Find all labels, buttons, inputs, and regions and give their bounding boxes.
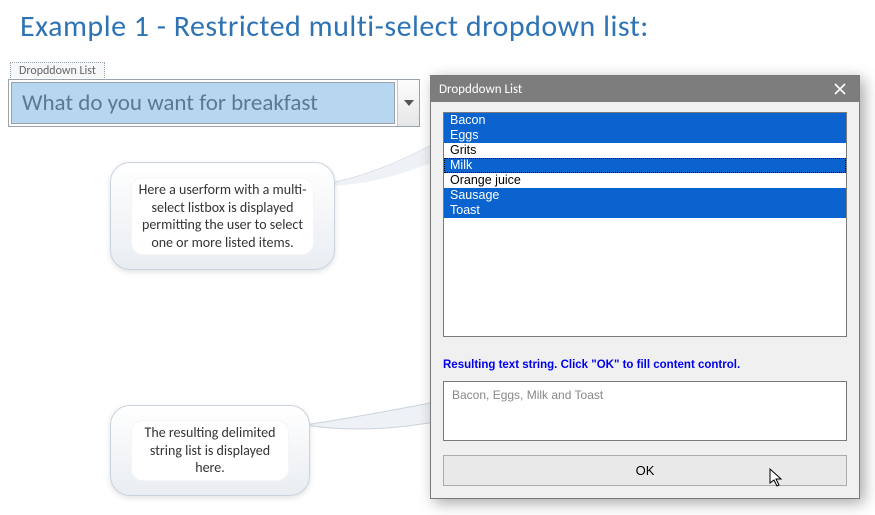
content-control: Dropddown List What do you want for brea… bbox=[8, 60, 420, 127]
list-item[interactable]: Toast bbox=[444, 203, 846, 218]
cursor-icon bbox=[768, 467, 786, 489]
list-item[interactable]: Grits bbox=[444, 143, 846, 158]
list-item[interactable]: Eggs bbox=[444, 128, 846, 143]
result-hint-label: Resulting text string. Click "OK" to fil… bbox=[443, 359, 847, 371]
callout-text: The resulting delimited string list is d… bbox=[131, 420, 289, 481]
ok-button-label: OK bbox=[636, 463, 655, 478]
userform-dialog: Dropddown List BaconEggsGritsMilkOrange … bbox=[430, 75, 860, 499]
list-item[interactable]: Bacon bbox=[444, 113, 846, 128]
list-item[interactable]: Orange juice bbox=[444, 173, 846, 188]
list-item[interactable]: Milk bbox=[444, 158, 846, 173]
result-textbox[interactable]: Bacon, Eggs, Milk and Toast bbox=[443, 381, 847, 441]
page-title: Example 1 - Restricted multi-select drop… bbox=[20, 8, 649, 45]
multiselect-listbox[interactable]: BaconEggsGritsMilkOrange juiceSausageToa… bbox=[443, 112, 847, 337]
content-control-field[interactable]: What do you want for breakfast bbox=[11, 82, 395, 124]
close-button[interactable] bbox=[829, 80, 851, 98]
callout-tail bbox=[300, 395, 450, 445]
callout-text: Here a userform with a multi-select list… bbox=[131, 177, 314, 255]
content-control-tab: Dropddown List bbox=[10, 62, 105, 78]
dialog-body: BaconEggsGritsMilkOrange juiceSausageToa… bbox=[431, 102, 859, 498]
callout-listbox-explainer: Here a userform with a multi-select list… bbox=[110, 162, 335, 270]
ok-button[interactable]: OK bbox=[443, 455, 847, 486]
list-item[interactable]: Sausage bbox=[444, 188, 846, 203]
dialog-title: Dropddown List bbox=[439, 82, 522, 97]
close-icon bbox=[834, 83, 846, 95]
chevron-down-icon bbox=[404, 100, 414, 106]
dropdown-button[interactable] bbox=[397, 80, 419, 126]
dialog-titlebar[interactable]: Dropddown List bbox=[431, 76, 859, 102]
content-control-box: What do you want for breakfast bbox=[8, 79, 420, 127]
callout-result-explainer: The resulting delimited string list is d… bbox=[110, 405, 310, 496]
